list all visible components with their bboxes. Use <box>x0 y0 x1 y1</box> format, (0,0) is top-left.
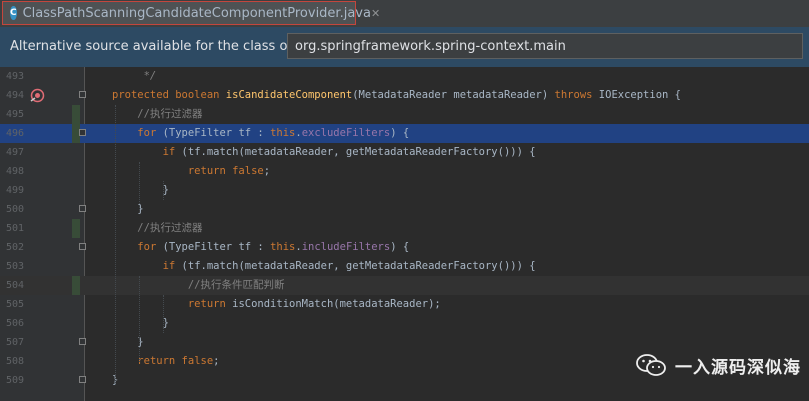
wechat-icon <box>636 354 666 376</box>
wechat-watermark: 一入源码深似海 <box>635 352 801 378</box>
fold-marker-icon[interactable] <box>79 338 86 345</box>
line-number: 504 <box>5 280 24 291</box>
code-line[interactable]: 503 if (tf.match(metadataReader, getMeta… <box>0 257 809 276</box>
code-line[interactable]: 500 } <box>0 200 809 219</box>
line-number: 501 <box>5 223 24 234</box>
indent-guide <box>139 162 140 210</box>
banner-text: Alternative source available for the cla… <box>10 39 318 54</box>
code-line[interactable]: 498 return false; <box>0 162 809 181</box>
code-line[interactable]: 501 //执行过滤器 <box>0 219 809 238</box>
watermark-text: 一入源码深似海 <box>675 357 801 378</box>
fold-marker-icon[interactable] <box>79 129 86 136</box>
code-text: for (TypeFilter tf : this.excludeFilters… <box>137 127 410 139</box>
line-number: 494 <box>5 90 24 101</box>
change-marker <box>72 105 80 124</box>
line-number: 506 <box>5 318 24 329</box>
code-line[interactable]: 505 return isConditionMatch(metadataRead… <box>0 295 809 314</box>
change-marker <box>72 276 80 295</box>
line-number: 499 <box>5 185 24 196</box>
code-text: return isConditionMatch(metadataReader); <box>187 298 441 310</box>
code-text: //执行过滤器 <box>137 108 203 120</box>
file-tab[interactable]: C ClassPathScanningCandidateComponentPro… <box>2 1 380 25</box>
source-selector[interactable]: org.springframework.spring-context.main <box>287 33 803 59</box>
code-text: */ <box>112 70 157 82</box>
file-tab-label: ClassPathScanningCandidateComponentProvi… <box>22 5 371 21</box>
line-number: 503 <box>5 261 24 272</box>
code-line[interactable]: 497 if (tf.match(metadataReader, getMeta… <box>0 143 809 162</box>
indent-guide <box>115 105 116 385</box>
code-line[interactable]: 496 for (TypeFilter tf : this.excludeFil… <box>0 124 809 143</box>
code-text: protected boolean isCandidateComponent(M… <box>112 89 681 101</box>
indent-guide <box>139 276 140 362</box>
code-text: for (TypeFilter tf : this.includeFilters… <box>137 241 410 253</box>
code-line[interactable]: 502 for (TypeFilter tf : this.includeFil… <box>0 238 809 257</box>
code-text: return false; <box>187 165 271 177</box>
code-text: //执行条件匹配判断 <box>187 279 285 291</box>
line-number: 502 <box>5 242 24 253</box>
indent-guide <box>163 295 164 333</box>
code-text: } <box>112 317 169 329</box>
line-number: 498 <box>5 166 24 177</box>
source-selector-value: org.springframework.spring-context.main <box>295 39 566 54</box>
fold-marker-icon[interactable] <box>79 243 86 250</box>
code-line[interactable]: 506 } <box>0 314 809 333</box>
line-number: 496 <box>5 128 24 139</box>
line-number: 497 <box>5 147 24 158</box>
close-icon[interactable]: ✕ <box>371 7 380 20</box>
code-line[interactable]: 495 //执行过滤器 <box>0 105 809 124</box>
line-number: 509 <box>5 375 24 386</box>
change-marker <box>72 219 80 238</box>
fold-marker-icon[interactable] <box>79 205 86 212</box>
code-text: } <box>112 184 169 196</box>
line-number: 493 <box>5 71 24 82</box>
code-line[interactable]: 499 } <box>0 181 809 200</box>
indent-guide <box>163 181 164 200</box>
override-method-icon[interactable] <box>30 88 45 103</box>
code-line[interactable]: 493 */ <box>0 67 809 86</box>
code-line[interactable]: 504 //执行条件匹配判断 <box>0 276 809 295</box>
code-text: if (tf.match(metadataReader, getMetadata… <box>162 260 536 272</box>
line-number: 500 <box>5 204 24 215</box>
line-number: 508 <box>5 356 24 367</box>
code-text: //执行过滤器 <box>137 222 203 234</box>
fold-marker-icon[interactable] <box>79 376 86 383</box>
alternative-source-banner: Alternative source available for the cla… <box>0 27 809 67</box>
java-class-icon: C <box>10 6 17 20</box>
code-text: return false; <box>137 355 220 367</box>
code-text: if (tf.match(metadataReader, getMetadata… <box>162 146 536 158</box>
code-line[interactable]: 507 } <box>0 333 809 352</box>
code-editor[interactable]: 493 */ 494 protected boolean isCandidateCo… <box>0 67 809 401</box>
line-number: 507 <box>5 337 24 348</box>
fold-marker-icon[interactable] <box>79 91 86 98</box>
line-number: 495 <box>5 109 24 120</box>
editor-tab-bar: C ClassPathScanningCandidateComponentPro… <box>0 0 809 28</box>
code-line[interactable]: 494 protected boolean isCandidateComponen… <box>0 86 809 105</box>
line-number: 505 <box>5 299 24 310</box>
